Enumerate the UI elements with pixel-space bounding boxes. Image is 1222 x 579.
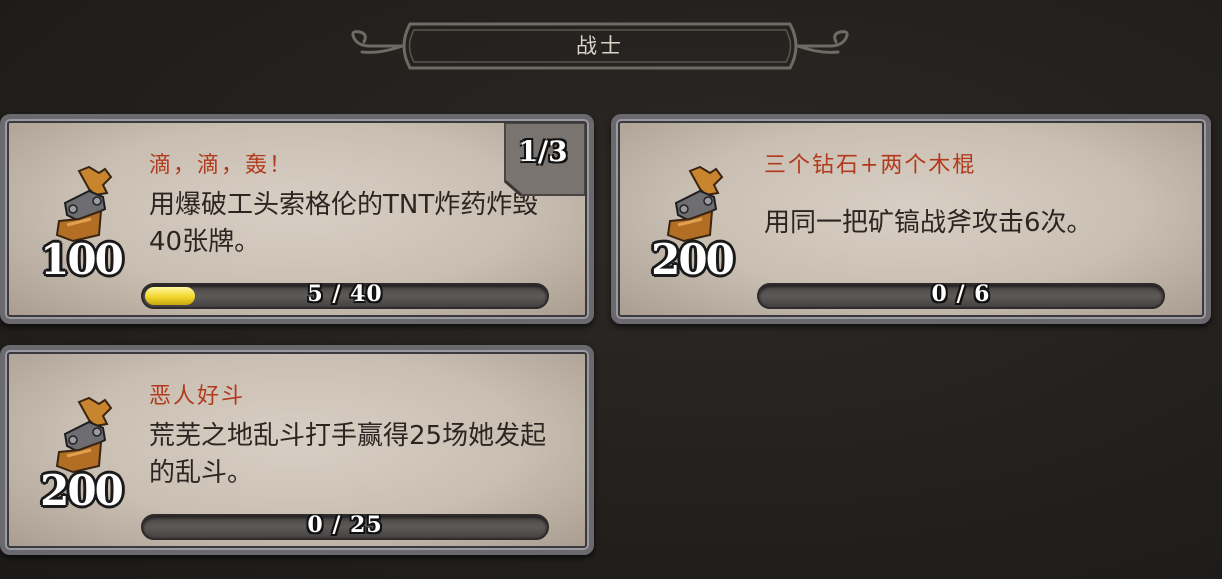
quest-card[interactable]: 200 恶人好斗 荒芜之地乱斗打手赢得25场她发起的乱斗。 0 / 25: [0, 345, 594, 555]
reward-amount: 100: [40, 235, 124, 284]
quest-title: 三个钻石+两个木棍: [764, 153, 977, 178]
progress-text: 5 / 40: [307, 281, 383, 307]
quest-card[interactable]: 100 滴，滴，轰！ 用爆破工头索格伦的TNT炸药炸毁40张牌。 1/3 5 /…: [0, 114, 594, 324]
reward-badge: 200: [19, 394, 139, 524]
quest-description: 用同一把矿镐战斧攻击6次。: [764, 208, 1093, 238]
progress-text: 0 / 25: [307, 512, 383, 538]
class-header-banner: 战士: [340, 18, 860, 74]
quest-title: 恶人好斗: [149, 384, 246, 409]
reward-badge: 200: [630, 163, 750, 293]
class-title: 战士: [576, 34, 624, 58]
quest-description: 用爆破工头索格伦的TNT炸药炸毁40张牌。: [149, 190, 539, 257]
reward-pouch-icon: [55, 165, 113, 243]
progress-bar: 0 / 6: [757, 281, 1165, 309]
progress-bar: 5 / 40: [141, 281, 549, 309]
progress-bar: 0 / 25: [141, 512, 549, 540]
quest-step: 1/3: [518, 135, 568, 168]
quest-step-badge: 1/3: [501, 123, 585, 197]
reward-badge: 100: [19, 163, 139, 293]
reward-pouch-icon: [666, 165, 724, 243]
reward-pouch-icon: [55, 396, 113, 474]
quest-title: 滴，滴，轰！: [149, 153, 294, 178]
progress-text: 0 / 6: [931, 281, 991, 307]
reward-amount: 200: [651, 235, 735, 284]
quest-card[interactable]: 200 三个钻石+两个木棍 用同一把矿镐战斧攻击6次。 0 / 6: [611, 114, 1211, 324]
quest-description: 荒芜之地乱斗打手赢得25场她发起的乱斗。: [149, 421, 547, 488]
reward-amount: 200: [40, 466, 124, 515]
